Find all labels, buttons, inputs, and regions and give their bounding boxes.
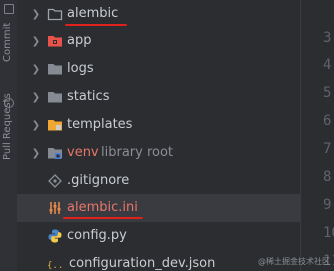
chevron-right-icon[interactable]: ❯ [31, 83, 41, 111]
line-number: 7 [323, 141, 332, 157]
tree-item-statics[interactable]: ❯ statics [17, 83, 300, 111]
tree-item-alembic-ini[interactable]: alembic.ini [17, 194, 300, 222]
watermark: @稀土掘金技术社区 [258, 257, 330, 266]
ide-window: Commit Pull Requests ❯ alembic ❯ app ❯ l… [0, 0, 334, 271]
tree-item-config-py[interactable]: config.py [17, 222, 300, 250]
chevron-right-icon[interactable]: ❯ [31, 111, 41, 139]
folder-icon [47, 8, 63, 21]
tree-item-gitignore[interactable]: .gitignore [17, 167, 300, 195]
line-number: 4 [323, 57, 332, 73]
tree-item-label: templates [67, 117, 133, 132]
json-file-icon: {..} [47, 261, 63, 271]
commit-tool-icon[interactable] [4, 4, 14, 14]
red-underline-annotation [63, 217, 143, 219]
tree-item-label: logs [67, 61, 94, 76]
tree-item-logs[interactable]: ❯ logs [17, 55, 300, 83]
tree-item-alembic[interactable]: ❯ alembic [17, 0, 300, 28]
svg-text:{..}: {..} [47, 261, 63, 271]
tree-item-label: configuration_dev.json [69, 256, 216, 271]
folder-icon [48, 64, 62, 75]
line-number: 5 [323, 85, 332, 101]
templates-folder-icon [48, 120, 62, 131]
project-tree: ❯ alembic ❯ app ❯ logs ❯ statics ❯ templ… [17, 0, 300, 271]
tree-item-label: app [67, 33, 92, 48]
line-number: 6 [323, 113, 332, 129]
package-folder-icon [48, 36, 62, 47]
gitignore-file-icon [48, 174, 62, 188]
tree-item-label: alembic.ini [67, 200, 138, 215]
tree-item-label: alembic [67, 6, 119, 21]
chevron-right-icon[interactable]: ❯ [31, 27, 41, 55]
line-number: 9 [323, 197, 332, 213]
python-file-icon [48, 229, 62, 243]
chevron-right-icon[interactable]: ❯ [31, 139, 41, 167]
red-underline-annotation [65, 24, 127, 26]
ini-settings-file-icon [49, 202, 61, 214]
library-root-folder-icon [48, 148, 62, 159]
chevron-right-icon[interactable]: ❯ [31, 55, 41, 83]
tree-item-label: statics [67, 89, 110, 104]
library-root-hint: library root [101, 145, 174, 160]
tree-item-templates[interactable]: ❯ templates [17, 111, 300, 139]
folder-icon [48, 92, 62, 103]
tree-item-venv[interactable]: ❯ venv library root [17, 139, 300, 167]
editor-gutter: 3 4 5 6 7 8 9 10 11 [301, 0, 334, 271]
line-number: 8 [323, 169, 332, 185]
line-number: 3 [323, 30, 332, 46]
tree-item-label: .gitignore [67, 173, 130, 188]
tree-item-label: venv [67, 145, 99, 160]
tree-item-label: config.py [67, 228, 127, 243]
chevron-right-icon[interactable]: ❯ [31, 0, 41, 28]
line-number: 10 [323, 225, 334, 241]
tree-item-app[interactable]: ❯ app [17, 27, 300, 55]
pull-requests-tool-label[interactable]: Pull Requests [2, 93, 13, 160]
commit-tool-label[interactable]: Commit [2, 23, 13, 62]
tool-window-strip: Commit Pull Requests [0, 0, 18, 271]
